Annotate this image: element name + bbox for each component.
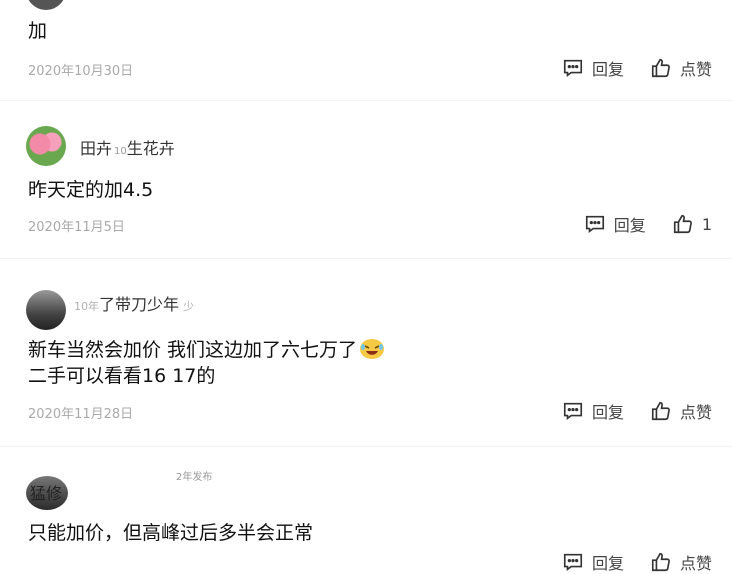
reply-button[interactable]: 回复: [562, 550, 624, 574]
thumbs-up-icon: [651, 58, 670, 78]
comment-date: 2020年10月30日: [28, 64, 134, 79]
like-button[interactable]: 点赞: [650, 56, 712, 80]
divider: [0, 100, 732, 101]
thumbs-up-icon: [673, 214, 692, 234]
comment-text: 加: [28, 20, 48, 42]
comment-text: 二手可以看看16 17的: [28, 365, 216, 387]
user-name[interactable]: 田卉 10生花卉: [80, 135, 175, 159]
reply-label: 回复: [591, 403, 624, 422]
reply-button[interactable]: 回复: [562, 56, 624, 80]
divider: [0, 446, 732, 447]
like-count: 1: [701, 214, 712, 234]
reply-label: 回复: [613, 216, 646, 235]
user-name-extra: 少: [183, 300, 195, 313]
reply-comment-icon: [563, 553, 583, 571]
thumbs-up-icon: [651, 552, 670, 572]
like-button[interactable]: 1: [672, 213, 712, 235]
like-button[interactable]: 点赞: [650, 399, 712, 423]
like-label: 点赞: [679, 60, 712, 79]
avatar[interactable]: [26, 0, 66, 10]
like-label: 点赞: [679, 403, 712, 422]
avatar[interactable]: [26, 290, 66, 330]
comment-actions: 回复 点赞: [536, 550, 712, 574]
reply-label: 回复: [591, 554, 624, 573]
reply-comment-icon: [585, 215, 604, 233]
comment-date: 2020年11月5日: [28, 220, 125, 235]
user-name[interactable]: 猛修: [30, 480, 62, 504]
comment-text: 昨天定的加4.5: [28, 179, 154, 201]
laughing-emoji-icon: [360, 339, 385, 359]
reply-comment-icon: [563, 59, 583, 77]
avatar[interactable]: [26, 126, 66, 166]
comment-date: 2020年11月28日: [28, 407, 134, 422]
divider: [0, 258, 732, 259]
reply-button[interactable]: 回复: [562, 399, 624, 423]
reply-comment-icon: [563, 402, 583, 420]
like-label: 点赞: [679, 554, 712, 573]
comment-actions: 回复 点赞: [536, 399, 712, 423]
user-name-extra: 2年发布: [176, 472, 213, 483]
like-button[interactable]: 点赞: [650, 550, 712, 574]
reply-label: 回复: [591, 60, 624, 79]
comment-actions: 回复 点赞: [536, 56, 712, 80]
reply-button[interactable]: 回复: [584, 212, 646, 236]
user-name-extra: 生花卉: [126, 139, 175, 158]
comment-text: 只能加价，但高峰过后多半会正常: [28, 522, 314, 544]
comment-actions: 回复 1: [558, 212, 712, 236]
comment-text: 新车当然会加价 我们这边加了六七万了: [28, 337, 385, 363]
user-tag: 10: [114, 146, 127, 157]
user-tag: 10年: [74, 300, 99, 313]
user-name[interactable]: 10年了带刀少年少: [70, 291, 194, 315]
thumbs-up-icon: [651, 401, 670, 421]
